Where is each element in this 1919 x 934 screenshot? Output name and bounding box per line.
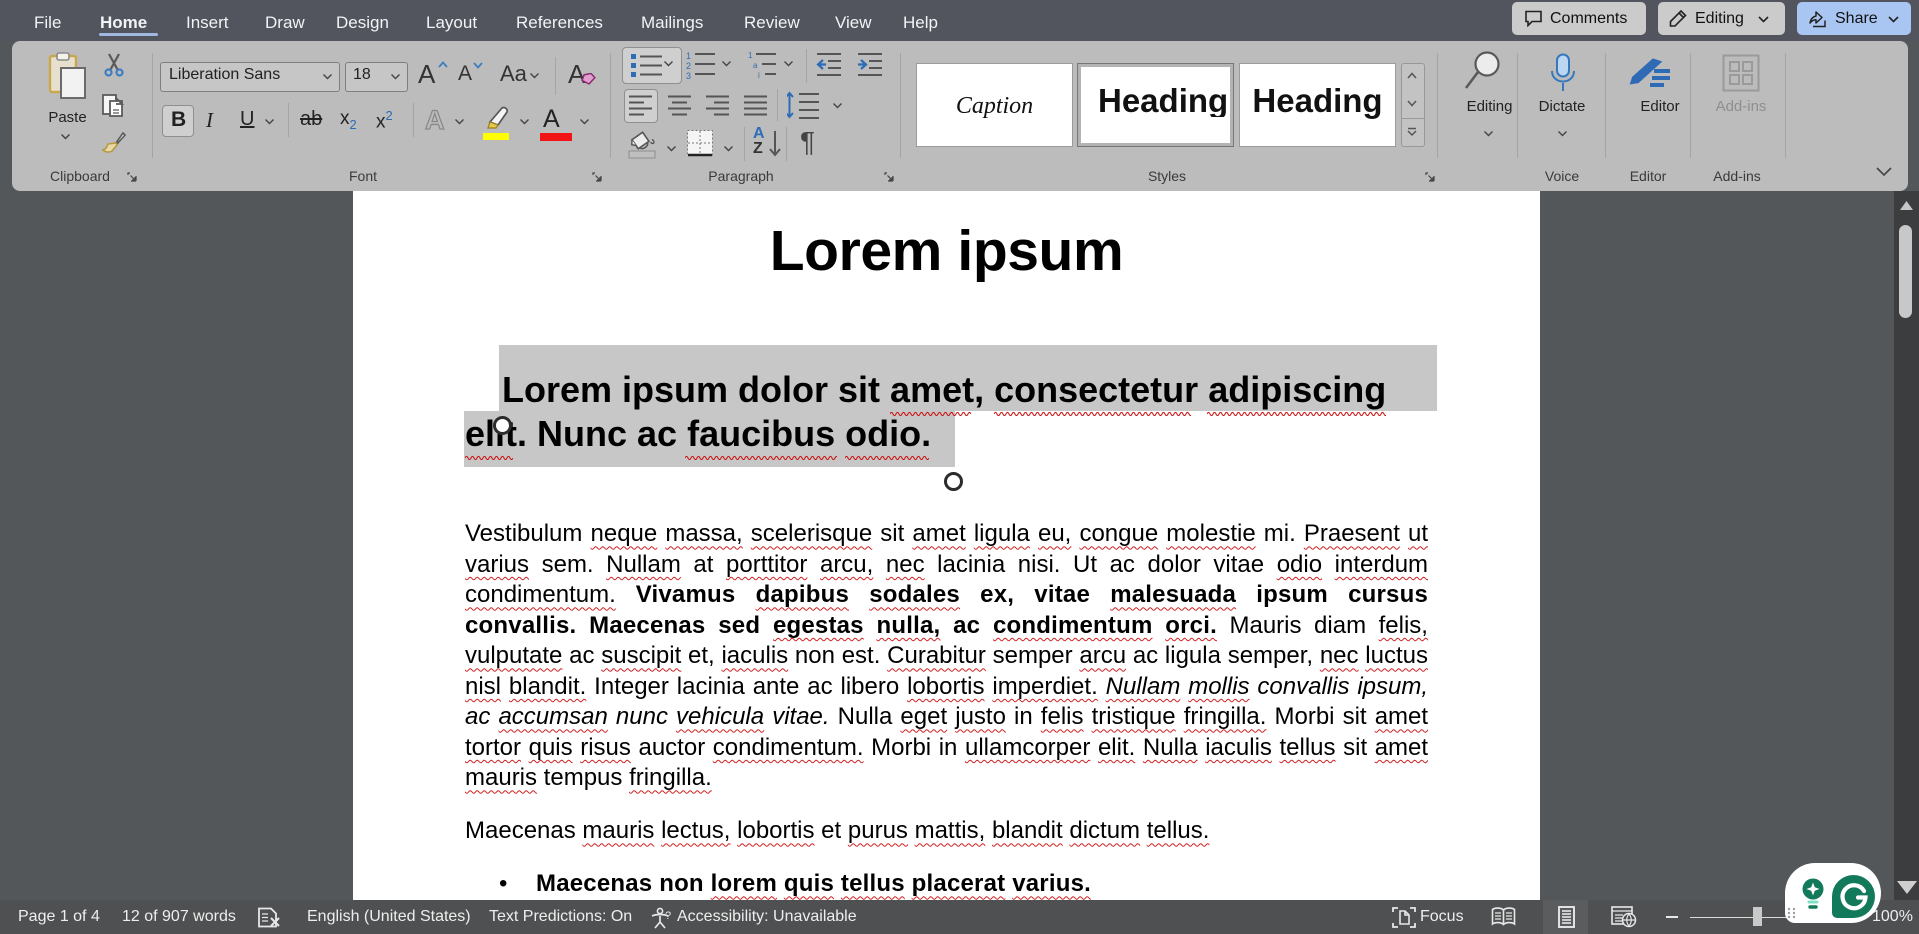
svg-text:1: 1 xyxy=(748,51,753,60)
svg-text:2: 2 xyxy=(686,61,691,71)
svg-text:i: i xyxy=(758,71,760,80)
svg-text:a: a xyxy=(753,61,758,70)
svg-text:?: ? xyxy=(665,910,671,922)
svg-text:3: 3 xyxy=(686,71,691,80)
svg-text:1: 1 xyxy=(686,51,691,61)
